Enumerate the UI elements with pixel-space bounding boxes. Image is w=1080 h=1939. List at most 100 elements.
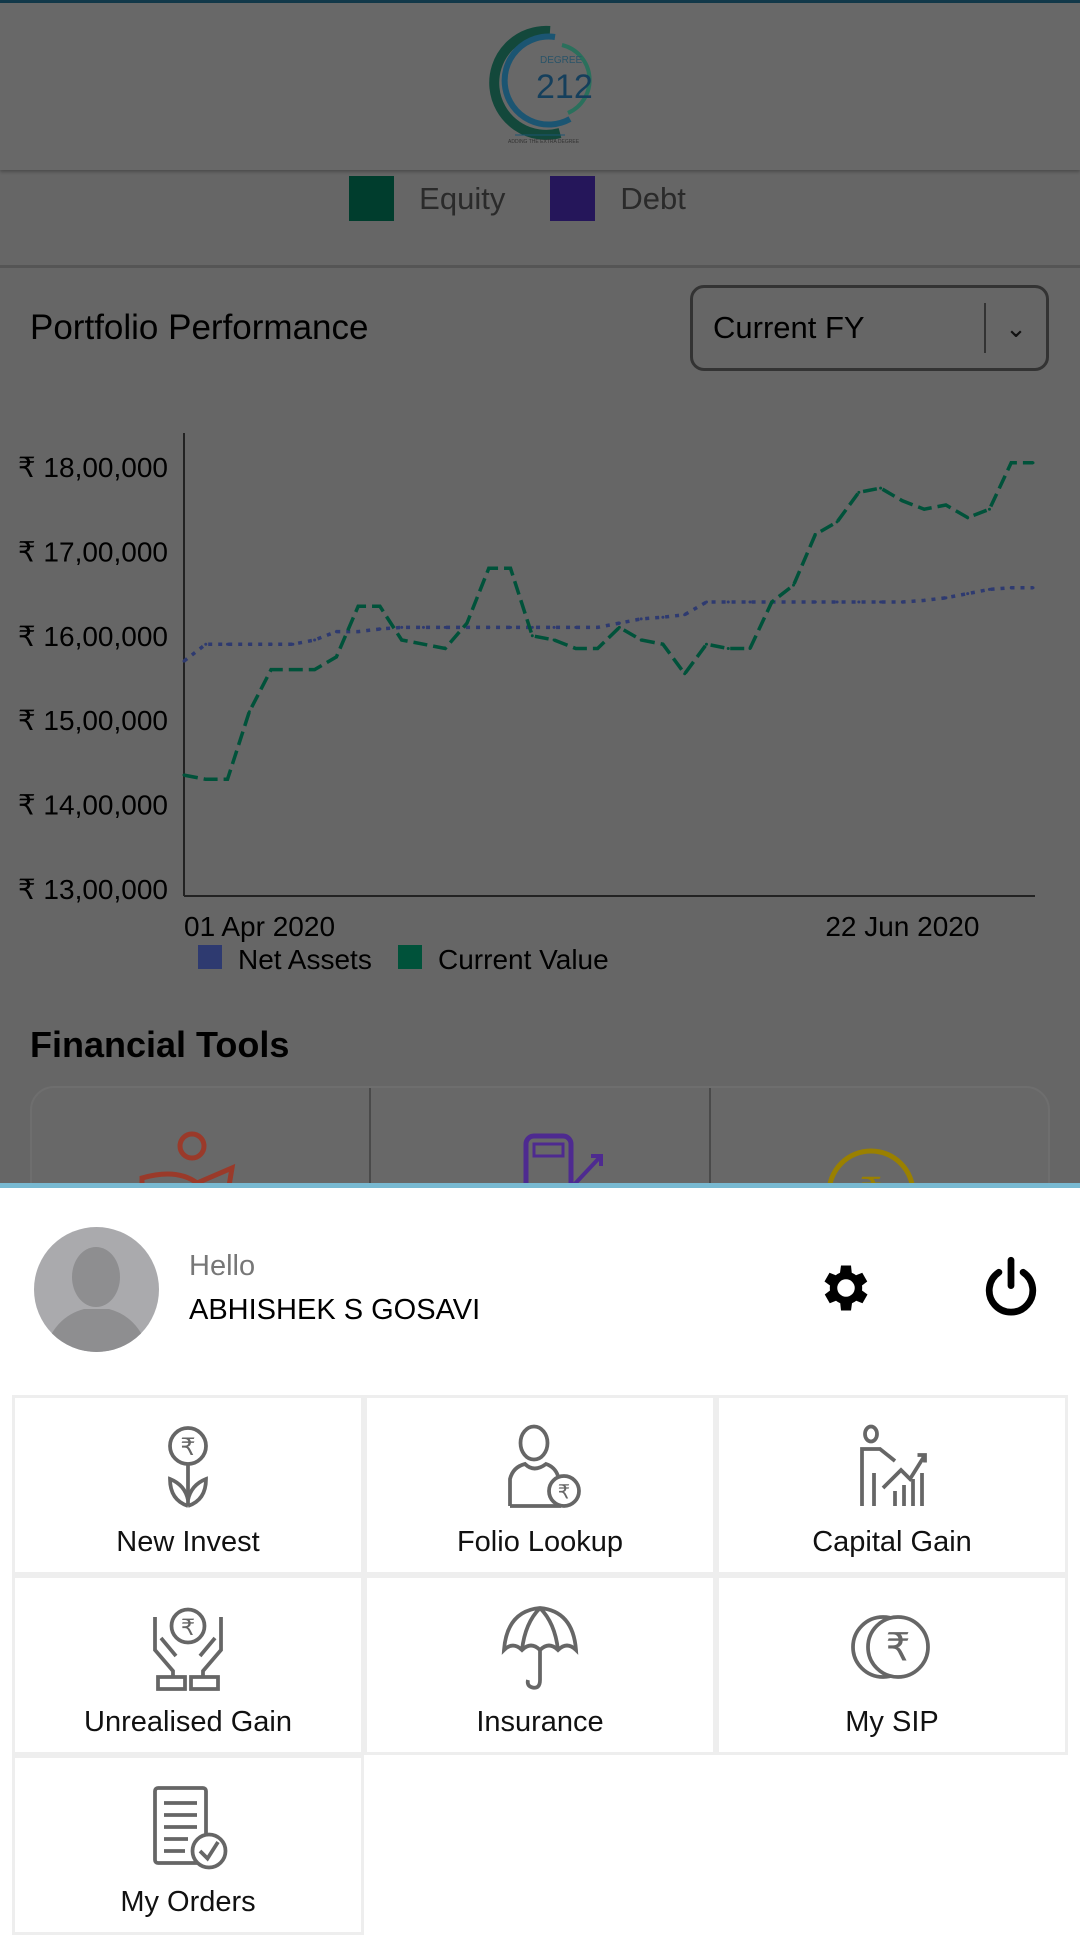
data-point bbox=[443, 646, 447, 650]
data-point bbox=[356, 604, 360, 608]
data-point bbox=[291, 668, 295, 672]
series-line-net-assets bbox=[182, 585, 1033, 663]
menu-folio-lookup[interactable]: ₹ Folio Lookup bbox=[364, 1395, 716, 1575]
hands-rupee-icon: ₹ bbox=[153, 1607, 223, 1691]
y-tick-label: ₹ 18,00,000 bbox=[18, 452, 168, 483]
menu-my-sip[interactable]: ₹ My SIP bbox=[716, 1575, 1068, 1755]
user-name: ABHISHEK S GOSAVI bbox=[189, 1294, 481, 1326]
menu-unrealised-gain[interactable]: ₹ Unrealised Gain bbox=[12, 1575, 364, 1755]
power-icon[interactable] bbox=[982, 1256, 1040, 1320]
menu-my-orders[interactable]: My Orders bbox=[12, 1755, 364, 1935]
data-point bbox=[813, 533, 817, 537]
data-point bbox=[792, 583, 796, 587]
data-point bbox=[378, 604, 382, 608]
data-point bbox=[182, 659, 186, 663]
avatar bbox=[34, 1227, 159, 1352]
data-point bbox=[530, 634, 534, 638]
data-point bbox=[726, 600, 730, 604]
menu-capital-gain[interactable]: Capital Gain bbox=[716, 1395, 1068, 1575]
series-line-current-value bbox=[183, 461, 1033, 782]
data-point bbox=[421, 625, 425, 629]
user-silhouette-icon bbox=[44, 1247, 149, 1352]
y-tick-label: ₹ 13,00,000 bbox=[18, 874, 168, 905]
data-point bbox=[857, 600, 861, 604]
x-tick-label: 01 Apr 2020 bbox=[184, 911, 335, 942]
svg-text:ADDING THE EXTRA DEGREE: ADDING THE EXTRA DEGREE bbox=[508, 139, 580, 145]
svg-text:₹: ₹ bbox=[181, 1615, 195, 1640]
portfolio-chart: ₹ 18,00,000 ₹ 17,00,000 ₹ 16,00,000 ₹ 15,00… bbox=[18, 433, 1035, 975]
debt-label: Debt bbox=[620, 180, 686, 216]
divider bbox=[0, 265, 1080, 268]
menu-new-invest[interactable]: ₹ New Invest bbox=[12, 1395, 364, 1575]
data-point bbox=[813, 600, 817, 604]
equity-swatch bbox=[349, 176, 395, 221]
data-point bbox=[487, 625, 491, 629]
data-point bbox=[748, 600, 752, 604]
data-point bbox=[247, 710, 251, 714]
data-point bbox=[226, 642, 230, 646]
financial-tools-title: Financial Tools bbox=[30, 1024, 290, 1065]
degree212-logo: DEGREE 212 ADDING THE EXTRA DEGREE bbox=[489, 25, 593, 145]
data-point bbox=[966, 592, 970, 596]
legend-label: Net Assets bbox=[238, 944, 372, 975]
data-point bbox=[313, 638, 317, 642]
presenter-chart-icon bbox=[860, 1424, 927, 1506]
data-point bbox=[922, 507, 926, 511]
y-tick-label: ₹ 16,00,000 bbox=[18, 621, 168, 652]
data-point bbox=[204, 642, 208, 646]
menu-label: Capital Gain bbox=[812, 1526, 972, 1558]
data-point bbox=[443, 625, 447, 629]
data-point bbox=[204, 777, 208, 781]
menu-label: Insurance bbox=[476, 1706, 604, 1738]
portfolio-performance-title: Portfolio Performance bbox=[30, 308, 369, 347]
data-point bbox=[792, 600, 796, 604]
data-point bbox=[726, 646, 730, 650]
menu-label: My SIP bbox=[845, 1706, 939, 1738]
data-point bbox=[770, 600, 774, 604]
svg-text:212: 212 bbox=[536, 68, 593, 106]
data-point bbox=[1009, 586, 1013, 590]
data-point bbox=[966, 516, 970, 520]
menu-insurance[interactable]: Insurance bbox=[364, 1575, 716, 1755]
data-point bbox=[922, 598, 926, 602]
menu-label: Folio Lookup bbox=[456, 1526, 624, 1558]
data-point bbox=[879, 486, 883, 490]
data-point bbox=[900, 499, 904, 503]
data-point bbox=[356, 630, 360, 634]
data-point bbox=[683, 672, 687, 676]
menu-label: Unrealised Gain bbox=[84, 1706, 292, 1738]
data-point bbox=[247, 642, 251, 646]
y-tick-label: ₹ 14,00,000 bbox=[18, 790, 168, 821]
svg-text:₹: ₹ bbox=[886, 1627, 911, 1670]
account-menu-grid: ₹ New Invest ₹ Folio Lookup Capital Gain… bbox=[12, 1395, 1068, 1935]
data-point bbox=[465, 621, 469, 625]
legend-label: Current Value bbox=[438, 944, 609, 975]
data-point bbox=[944, 503, 948, 507]
gear-icon[interactable] bbox=[816, 1258, 876, 1318]
data-point bbox=[509, 625, 513, 629]
data-point bbox=[639, 638, 643, 642]
menu-label: New Invest bbox=[116, 1526, 260, 1558]
data-point bbox=[987, 507, 991, 511]
data-point bbox=[617, 621, 621, 625]
data-point bbox=[552, 638, 556, 642]
data-point bbox=[704, 642, 708, 646]
menu-label: My Orders bbox=[120, 1886, 256, 1918]
data-point bbox=[835, 520, 839, 524]
data-point bbox=[596, 646, 600, 650]
data-point bbox=[400, 625, 404, 629]
legend-swatch bbox=[398, 945, 422, 969]
data-point bbox=[378, 627, 382, 631]
app-header: DEGREE 212 ADDING THE EXTRA DEGREE bbox=[0, 3, 1080, 170]
data-point bbox=[639, 617, 643, 621]
debt-swatch bbox=[550, 176, 596, 221]
data-point bbox=[944, 596, 948, 600]
data-point bbox=[900, 600, 904, 604]
data-point bbox=[269, 642, 273, 646]
data-point bbox=[683, 613, 687, 617]
data-point bbox=[704, 600, 708, 604]
data-point bbox=[400, 638, 404, 642]
greeting: Hello bbox=[189, 1250, 256, 1282]
period-dropdown[interactable]: Current FY ⌄ bbox=[690, 285, 1049, 371]
data-point bbox=[291, 642, 295, 646]
